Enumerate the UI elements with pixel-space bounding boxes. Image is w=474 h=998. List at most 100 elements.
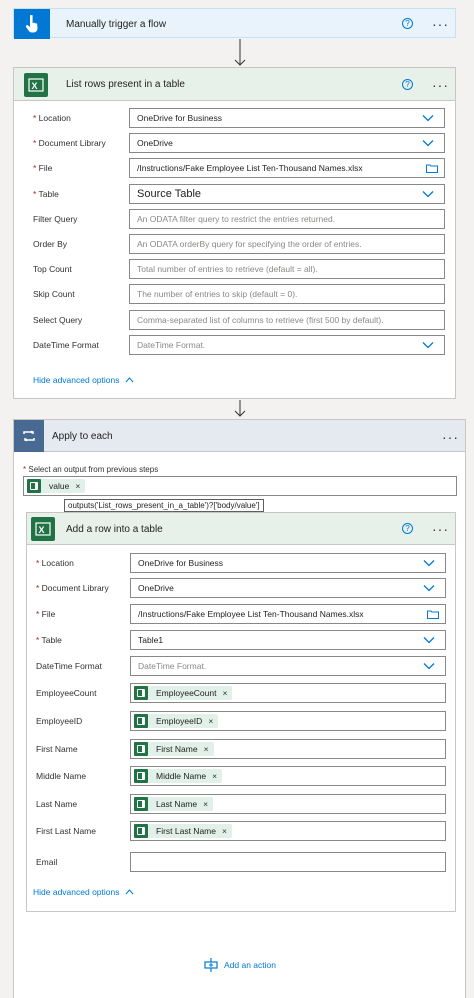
field-value: OneDrive	[137, 138, 173, 149]
table-dropdown[interactable]: Table1	[130, 630, 446, 650]
field-label-order-by: Order By	[33, 239, 68, 249]
file-field[interactable]: /Instructions/Fake Employee List Ten-Tho…	[130, 604, 446, 624]
help-icon[interactable]: ?	[402, 18, 413, 29]
placeholder-text: Total number of entries to retrieve (def…	[137, 264, 318, 275]
trigger-icon-box	[14, 9, 50, 39]
excel-token-icon	[134, 714, 148, 728]
remove-token-icon[interactable]: ×	[222, 688, 227, 698]
field-label-filter-query: Filter Query	[33, 213, 78, 224]
location-dropdown[interactable]: OneDrive for Business	[130, 553, 446, 573]
chevron-down-icon[interactable]	[422, 139, 434, 147]
chevron-down-icon[interactable]	[422, 190, 434, 198]
remove-token-icon[interactable]: ×	[204, 744, 209, 754]
value-token-label: value	[49, 481, 70, 491]
apply-each-title: Apply to each	[52, 431, 113, 442]
field-value: /Instructions/Fake Employee List Ten-Tho…	[138, 609, 364, 619]
more-options-icon[interactable]: ···	[432, 78, 449, 92]
skip-count-field[interactable]: The number of entries to skip (default =…	[129, 284, 445, 305]
dynamic-content-token[interactable]: First Last Name ×	[134, 824, 232, 838]
field-label-location: * Location	[36, 558, 74, 568]
excel-token-icon	[134, 742, 148, 756]
select-output-field[interactable]: value ×	[23, 476, 457, 496]
field-label-datetime-format: DateTime Format	[36, 661, 102, 671]
add-row-header[interactable]: X Add a row into a table ? ···	[27, 513, 455, 545]
dynamic-content-token[interactable]: First Name ×	[134, 742, 214, 756]
field-label-last-name: Last Name	[36, 799, 78, 809]
dynamic-content-token[interactable]: Last Name ×	[134, 797, 214, 811]
excel-token-icon	[134, 824, 148, 838]
remove-token-icon[interactable]: ×	[222, 826, 227, 836]
last-name-field[interactable]: Last Name ×	[130, 794, 446, 814]
more-options-icon[interactable]: ···	[442, 430, 459, 444]
more-options-icon[interactable]: ···	[432, 522, 449, 536]
hide-advanced-link[interactable]: Hide advanced options	[33, 887, 134, 897]
chevron-down-icon[interactable]	[423, 636, 435, 644]
hide-advanced-link[interactable]: Hide advanced options	[33, 375, 134, 385]
chevron-down-icon[interactable]	[423, 662, 435, 670]
datetime-format-dropdown[interactable]: DateTime Format.	[129, 334, 445, 355]
folder-icon[interactable]	[427, 610, 439, 619]
add-action-label: Add an action	[224, 960, 276, 970]
chevron-down-icon[interactable]	[423, 584, 435, 592]
order-by-field[interactable]: An ODATA orderBy query for specifying th…	[129, 234, 445, 254]
down-arrow-icon	[234, 39, 246, 66]
field-label-document-library: * Document Library	[33, 138, 106, 149]
chevron-down-icon[interactable]	[422, 114, 434, 122]
document-library-dropdown[interactable]: OneDrive	[129, 133, 445, 154]
field-label-file: * File	[33, 163, 53, 174]
dynamic-content-token[interactable]: EmployeeID ×	[134, 714, 219, 728]
help-icon[interactable]: ?	[402, 79, 413, 90]
more-options-icon[interactable]: ···	[432, 17, 449, 31]
value-token[interactable]: value ×	[27, 479, 86, 493]
remove-token-icon[interactable]: ×	[203, 799, 208, 809]
middle-name-field[interactable]: Middle Name ×	[130, 766, 446, 786]
hide-advanced-label: Hide advanced options	[33, 375, 120, 385]
trigger-card[interactable]: Manually trigger a flow ? ···	[13, 8, 456, 39]
dynamic-content-token[interactable]: EmployeeCount ×	[134, 686, 233, 700]
remove-token-icon[interactable]: ×	[208, 716, 213, 726]
top-count-field[interactable]: Total number of entries to retrieve (def…	[129, 259, 445, 280]
field-label-file: * File	[36, 609, 56, 619]
loop-icon-box	[14, 420, 44, 452]
field-label-table: * Table	[36, 635, 62, 645]
select-query-field[interactable]: Comma-separated list of columns to retri…	[129, 309, 445, 330]
excel-icon: X	[31, 517, 55, 541]
dynamic-content-token[interactable]: Middle Name ×	[134, 769, 223, 783]
employeeid-field[interactable]: EmployeeID ×	[130, 711, 446, 731]
add-row-title: Add a row into a table	[66, 524, 163, 535]
document-library-dropdown[interactable]: OneDrive	[130, 578, 446, 598]
loop-icon	[23, 430, 35, 442]
first-last-name-field[interactable]: First Last Name ×	[130, 821, 446, 841]
email-field[interactable]	[130, 852, 446, 872]
file-field[interactable]: /Instructions/Fake Employee List Ten-Tho…	[129, 158, 445, 179]
add-action-button[interactable]: Add an action	[204, 958, 276, 972]
token-label: Last Name	[156, 799, 198, 809]
first-name-field[interactable]: First Name ×	[130, 739, 446, 759]
field-label-middle-name: Middle Name	[36, 771, 87, 781]
field-label-table: * Table	[33, 188, 59, 199]
folder-icon[interactable]	[426, 164, 438, 174]
token-tooltip: outputs('List_rows_present_in_a_table')?…	[64, 499, 264, 512]
field-label-select-query: Select Query	[33, 314, 83, 325]
employeecount-field[interactable]: EmployeeCount ×	[130, 683, 446, 703]
list-rows-header[interactable]: X List rows present in a table ? ···	[14, 68, 455, 101]
field-label-document-library: * Document Library	[36, 583, 109, 593]
placeholder-text: DateTime Format.	[138, 661, 207, 671]
add-action-icon	[204, 958, 218, 972]
field-label-first-last-name: First Last Name	[36, 826, 96, 836]
remove-token-icon[interactable]: ×	[212, 771, 217, 781]
apply-each-header[interactable]: Apply to each ···	[14, 420, 465, 452]
field-value: OneDrive	[138, 583, 174, 593]
excel-token-icon	[134, 797, 148, 811]
location-dropdown[interactable]: OneDrive for Business	[129, 108, 445, 128]
svg-text:X: X	[39, 525, 45, 535]
filter-query-field[interactable]: An ODATA filter query to restrict the en…	[129, 208, 445, 229]
field-label-top-count: Top Count	[33, 264, 72, 275]
table-dropdown[interactable]: Source Table	[129, 183, 445, 204]
remove-token-icon[interactable]: ×	[75, 481, 80, 491]
help-icon[interactable]: ?	[402, 523, 413, 534]
field-label-location: * Location	[33, 113, 71, 123]
datetime-format-dropdown[interactable]: DateTime Format.	[130, 656, 446, 676]
chevron-down-icon[interactable]	[422, 341, 434, 349]
chevron-down-icon[interactable]	[423, 559, 435, 567]
